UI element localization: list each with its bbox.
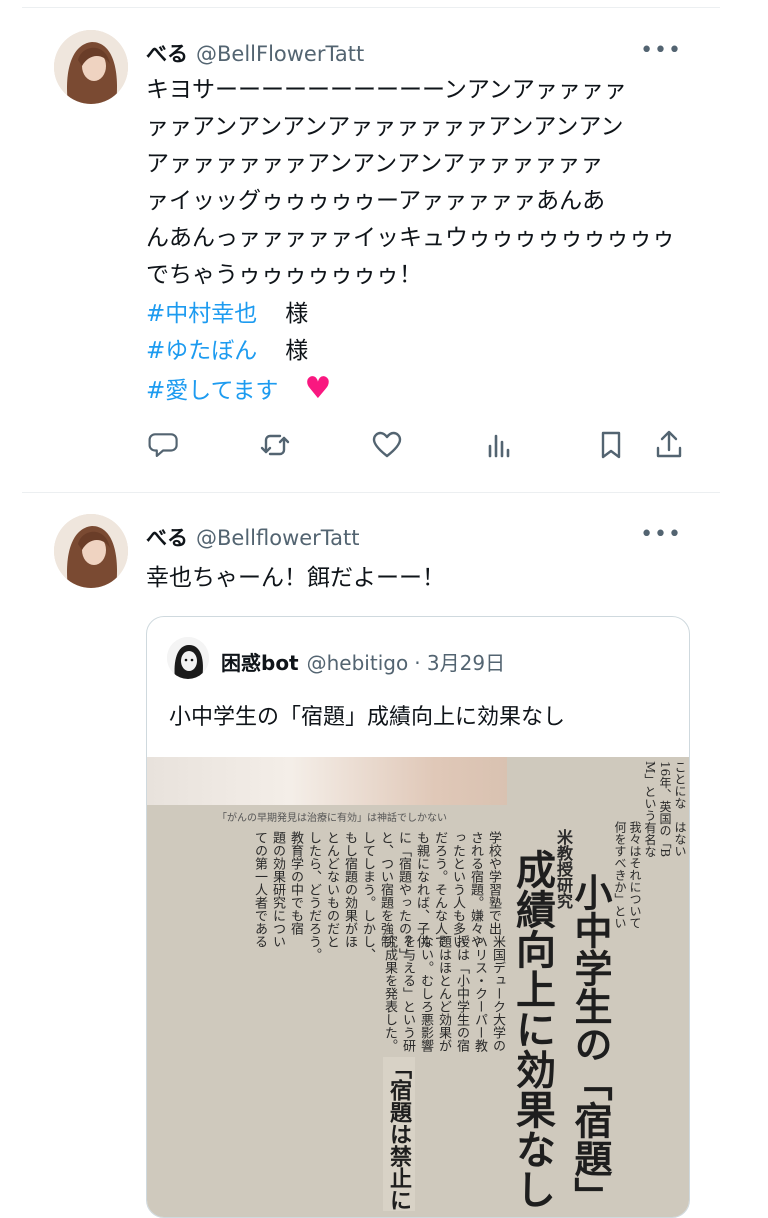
newspaper-clipping-image[interactable]: 「がんの早期発見は治療に有効」は神話でしかない 学校や学習塾で出 される宿題。嫌…	[147, 757, 689, 1217]
retweet-icon[interactable]	[258, 428, 292, 462]
article-column: される宿題。嫌々や	[468, 831, 483, 948]
quoted-text: 小中学生の「宿題」成績向上に効果なし	[169, 705, 566, 730]
display-name[interactable]: べる	[146, 42, 188, 66]
article-column: 教育学の中でも宿	[288, 831, 303, 935]
article-column: ったという人も多い	[450, 831, 465, 948]
hashtag-link[interactable]: #中村幸也	[146, 301, 257, 327]
photo-caption: 「がんの早期発見は治療に有効」は神話でしかない	[217, 813, 447, 824]
article-column: 何をすべきか」とい	[613, 821, 627, 929]
article-column: と、つい宿題を強制	[378, 831, 393, 948]
avatar[interactable]	[54, 30, 128, 104]
bookmark-icon[interactable]	[594, 428, 628, 462]
hashtag-line: #ゆたぼん 様	[146, 333, 308, 370]
user-handle[interactable]: @BellFlowerTatt	[196, 42, 364, 66]
hashtag-suffix: 様	[285, 338, 309, 364]
article-column: を与える」という研	[400, 935, 415, 1052]
hashtag-link[interactable]: #愛してます	[146, 378, 278, 404]
article-column: ての第一人者である	[252, 831, 267, 948]
article-column: ことにな はない	[673, 761, 687, 857]
article-column: 16年、英国の「B	[658, 761, 672, 858]
tweet-header: べる @BellFlowerTatt	[146, 38, 364, 68]
article-column: ハリス・クーパー教	[472, 935, 487, 1052]
action-bar	[146, 428, 686, 472]
article-column: 究成果を発表した。	[382, 935, 397, 1052]
article-column: とんどないものだと	[324, 831, 339, 948]
like-icon[interactable]	[370, 428, 404, 462]
hashtag-line: #中村幸也 様	[146, 296, 308, 333]
tweet-header: べる @BellflowerTatt	[146, 522, 360, 552]
article-column: 我々はそれについて	[628, 821, 642, 929]
feed-divider	[22, 7, 720, 8]
display-name[interactable]: べる	[146, 526, 188, 550]
feed-divider	[22, 492, 720, 493]
heart-emoji: ♥	[304, 371, 332, 406]
user-handle[interactable]: @BellflowerTatt	[196, 526, 360, 550]
quoted-avatar[interactable]	[167, 637, 209, 679]
quoted-header: 困惑bot @hebitigo · 3月29日	[221, 647, 505, 676]
article-column: 学校や学習塾で出	[486, 831, 501, 935]
hand-photo	[147, 757, 507, 805]
article-column: だろう。そんな人で	[432, 831, 447, 948]
views-icon[interactable]	[482, 428, 516, 462]
hashtag-link[interactable]: #ゆたぼん	[146, 338, 257, 364]
article-column: もし宿題の効果がほ	[342, 831, 357, 948]
article-column: 題はほとんど効果が	[436, 935, 451, 1052]
tweet-text: キヨサーーーーーーーーーーンアンアァァァァ ァァアンアンアンアァァァァァァアンア…	[146, 77, 675, 288]
article-column: したら、どうだろう。	[306, 831, 321, 961]
share-icon[interactable]	[652, 428, 686, 462]
avatar[interactable]	[54, 514, 128, 588]
article-column: M」という有名な	[643, 761, 657, 858]
tweet-text: 幸也ちゃーん！餌だよーー！	[146, 565, 445, 591]
quoted-display-name: 困惑bot	[221, 651, 299, 675]
article-column: 題の効果研究につい	[270, 831, 285, 948]
reply-icon[interactable]	[146, 428, 180, 462]
quoted-tweet[interactable]: 困惑bot @hebitigo · 3月29日 小中学生の「宿題」成績向上に効果なし…	[146, 616, 690, 1218]
more-options-button[interactable]: •••	[640, 38, 682, 63]
article-headline-2: 成績向上に効果なし	[509, 849, 556, 1209]
article-column: も親になれば、子供	[414, 831, 429, 948]
hashtag-line: #愛してます ♥	[146, 370, 331, 410]
article-column: 授は「小中学生の宿	[454, 935, 469, 1052]
quoted-handle: @hebitigo	[306, 651, 409, 675]
more-options-button[interactable]: •••	[640, 522, 682, 547]
article-subhead: 「宿題は禁止に	[383, 1057, 415, 1211]
article-column: ない。むしろ悪影響	[418, 935, 433, 1052]
article-body-right: ことにな はない 16年、英国の「B M」という有名な 我々はそれについて 何を…	[609, 761, 689, 1217]
hashtag-suffix: 様	[285, 301, 309, 327]
quoted-date: · 3月29日	[414, 651, 506, 675]
